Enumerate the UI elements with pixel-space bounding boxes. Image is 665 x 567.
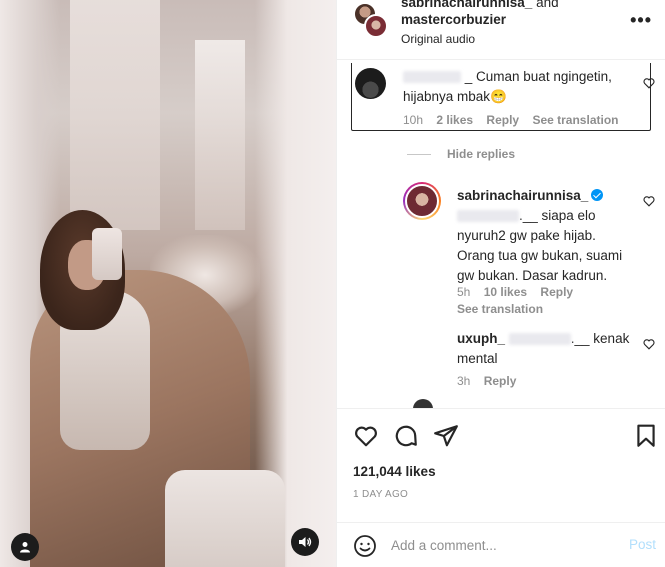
comment-meta: 5h 10 likes Reply <box>457 285 574 299</box>
blurred-username <box>403 71 461 84</box>
emoji-icon[interactable] <box>353 534 377 558</box>
and-text: and <box>536 0 559 10</box>
username-link[interactable]: sabrinachairunnisa_ <box>401 0 532 10</box>
likes-count[interactable]: 121,044 likes <box>353 464 436 479</box>
avatar[interactable] <box>364 14 388 38</box>
comment-text: sabrinachairunnisa_ .__ siapa elo nyuruh… <box>457 188 623 283</box>
comment-text: _ Cuman buat ngingetin, hijabnya mbak😁 <box>403 69 612 104</box>
audio-icon <box>299 537 312 547</box>
verified-icon <box>591 189 604 201</box>
comment-meta: 10h 2 likes Reply See translation <box>403 113 619 127</box>
post-panel: sabrinachairunnisa_ and mastercorbuzier … <box>336 0 665 567</box>
blurred-mention <box>508 333 571 346</box>
collab-names: sabrinachairunnisa_ and mastercorbuzier <box>401 0 559 28</box>
comment-composer: Post <box>337 522 665 567</box>
user-tag-button[interactable] <box>11 533 39 561</box>
see-translation-link[interactable]: See translation <box>457 302 553 316</box>
post-actions: 121,044 likes 1 DAY AGO <box>337 408 665 518</box>
share-icon[interactable] <box>433 423 459 449</box>
user-tag-icon <box>20 542 30 553</box>
comment-text: uxuph_ .__ kenak mental <box>457 331 630 366</box>
username-link[interactable]: sabrinachairunnisa_ <box>457 188 588 203</box>
post-photo[interactable] <box>0 0 336 567</box>
avatar <box>405 184 439 218</box>
divider <box>407 154 431 156</box>
post-timestamp[interactable]: 1 DAY AGO <box>353 489 408 500</box>
avatar-story-ring[interactable] <box>403 182 441 220</box>
photo-chair <box>165 470 285 567</box>
comment-meta: 3h Reply <box>457 374 517 388</box>
username-link[interactable]: mastercorbuzier <box>401 12 506 27</box>
more-icon[interactable]: ••• <box>630 10 652 31</box>
audio-link[interactable]: Original audio <box>401 32 475 46</box>
like-comment-icon[interactable] <box>643 195 655 207</box>
photo-phone <box>92 228 122 280</box>
avatar[interactable] <box>413 399 433 408</box>
photo-window-2 <box>195 40 245 230</box>
heart-icon[interactable] <box>353 423 379 449</box>
hide-replies-button[interactable]: Hide replies <box>407 147 515 161</box>
comments-list[interactable]: _ Cuman buat ngingetin, hijabnya mbak😁 1… <box>337 61 665 408</box>
like-comment-icon[interactable] <box>643 77 655 89</box>
avatar[interactable] <box>355 68 386 99</box>
comment-icon[interactable] <box>393 423 419 449</box>
post-header: sabrinachairunnisa_ and mastercorbuzier … <box>337 0 665 60</box>
like-comment-icon[interactable] <box>643 338 655 350</box>
collab-avatars[interactable] <box>353 2 389 38</box>
post-button[interactable]: Post <box>629 537 656 552</box>
photo-window <box>70 0 160 230</box>
bookmark-icon[interactable] <box>633 423 659 449</box>
audio-toggle-button[interactable] <box>291 528 319 556</box>
blurred-mention <box>457 210 519 223</box>
username-link[interactable]: uxuph_ <box>457 331 505 346</box>
comment-input[interactable] <box>391 533 611 557</box>
